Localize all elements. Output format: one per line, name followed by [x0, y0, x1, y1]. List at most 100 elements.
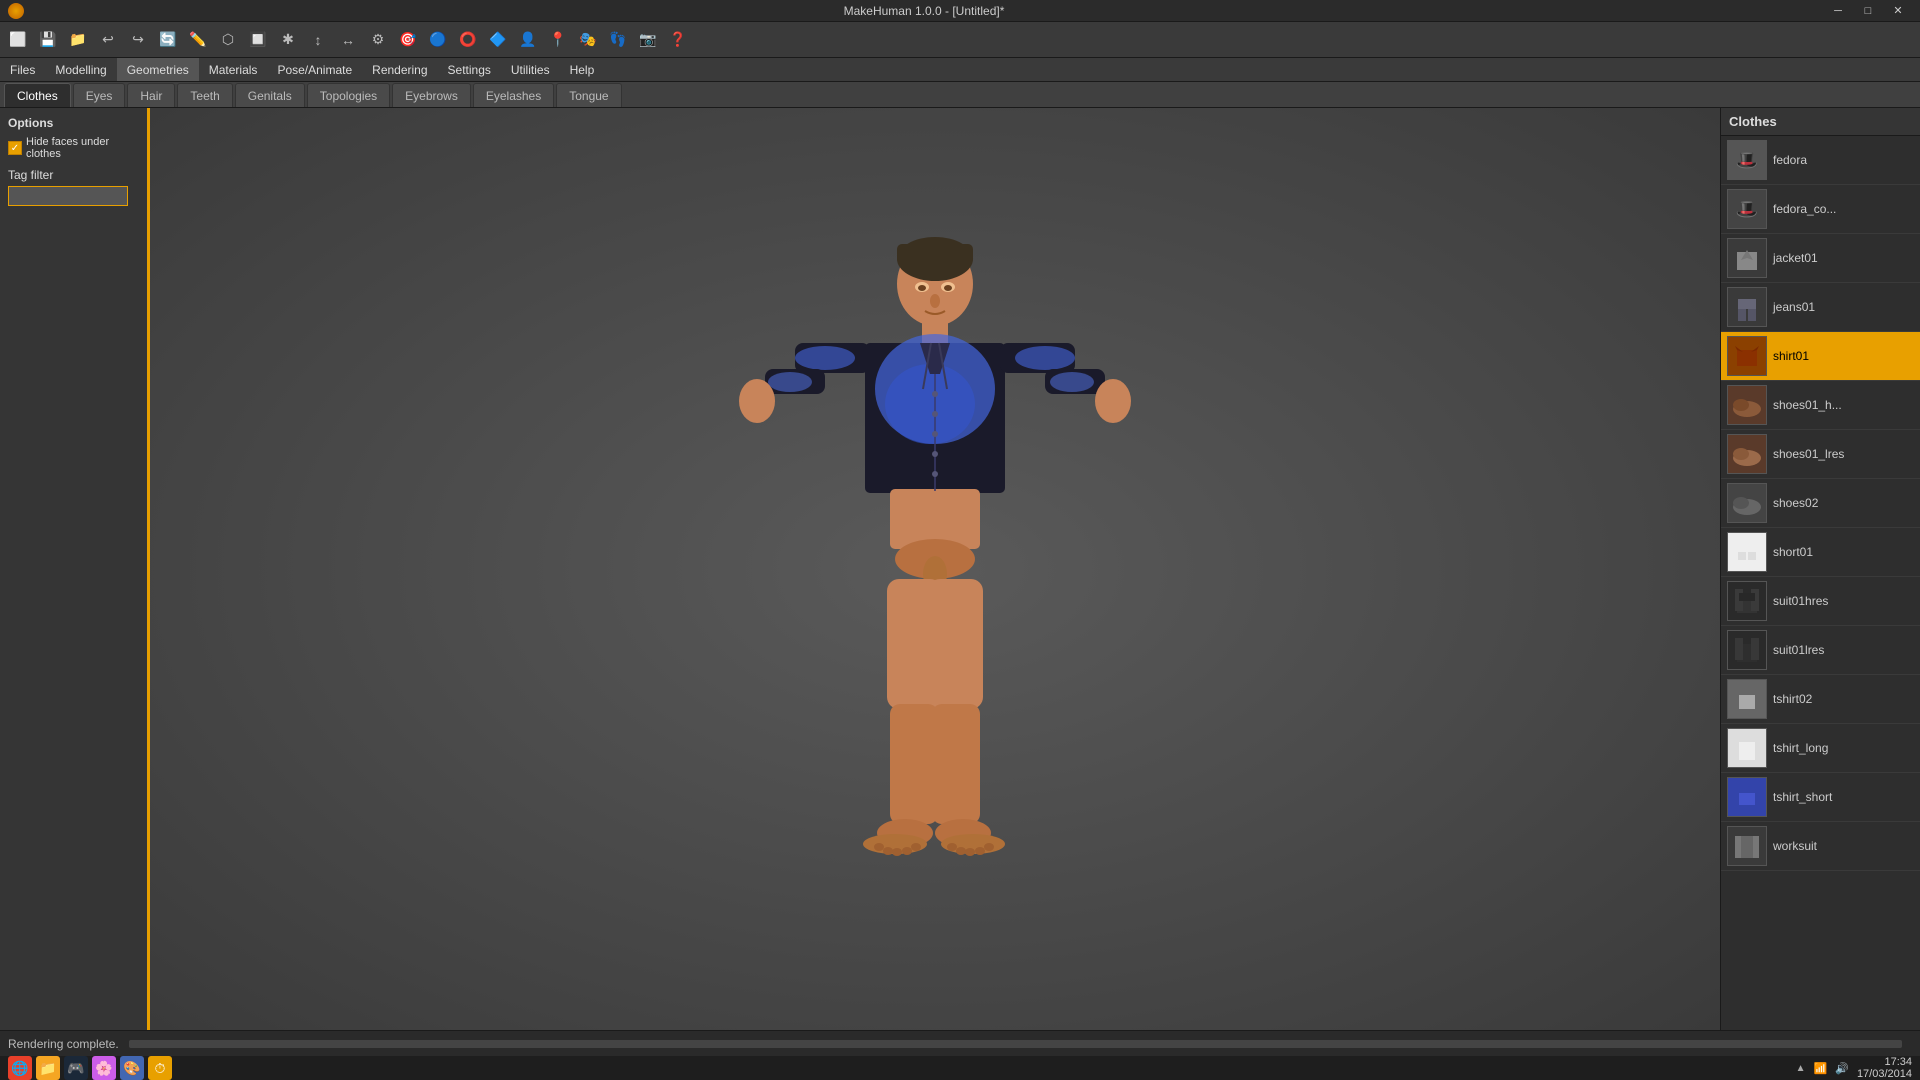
toolbar-undo[interactable]: ↩	[94, 26, 122, 54]
taskbar-steam[interactable]: 🎮	[64, 1056, 88, 1080]
toolbar-help[interactable]: ❓	[664, 26, 692, 54]
fedora-thumb: 🎩	[1727, 140, 1767, 180]
minimize-button[interactable]: ─	[1824, 1, 1852, 21]
toolbar-feet[interactable]: 👣	[604, 26, 632, 54]
clothes-item-shirt01[interactable]: shirt01	[1721, 332, 1920, 381]
toolbar: ⬜ 💾 📁 ↩ ↪ 🔄 ✏️ ⬡ 🔲 ✱ ↕ ↔ ⚙ 🎯 🔵 ⭕ 🔷 👤 📍 🎭…	[0, 22, 1920, 58]
tab-clothes[interactable]: Clothes	[4, 83, 71, 107]
app-icon	[8, 3, 24, 19]
toolbar-save[interactable]: 💾	[34, 26, 62, 54]
tag-filter-input[interactable]	[8, 186, 128, 206]
tshirt-long-label: tshirt_long	[1773, 741, 1828, 755]
tray-network: 📶	[1814, 1062, 1828, 1075]
tab-eyes[interactable]: Eyes	[73, 83, 126, 107]
toolbar-open[interactable]: 📁	[64, 26, 92, 54]
shoes02-thumb	[1727, 483, 1767, 523]
toolbar-grid[interactable]: 🔲	[244, 26, 272, 54]
menu-materials[interactable]: Materials	[199, 58, 268, 81]
toolbar-redo[interactable]: ↪	[124, 26, 152, 54]
tab-teeth[interactable]: Teeth	[177, 83, 232, 107]
fedora-label: fedora	[1773, 153, 1807, 167]
clothes-item-fedora-co[interactable]: 🎩 fedora_co...	[1721, 185, 1920, 234]
toolbar-mesh[interactable]: ⬡	[214, 26, 242, 54]
clothes-item-shoes01-lres[interactable]: shoes01_lres	[1721, 430, 1920, 479]
toolbar-person[interactable]: 👤	[514, 26, 542, 54]
menu-files[interactable]: Files	[0, 58, 45, 81]
3d-viewport[interactable]	[150, 108, 1720, 1030]
toolbar-shape[interactable]: 🔷	[484, 26, 512, 54]
clothes-item-suit01lres[interactable]: suit01lres	[1721, 626, 1920, 675]
fedora-co-label: fedora_co...	[1773, 202, 1836, 216]
close-button[interactable]: ✕	[1884, 1, 1912, 21]
shoes01-lres-label: shoes01_lres	[1773, 447, 1844, 461]
suit01lres-thumb	[1727, 630, 1767, 670]
right-panel-title: Clothes	[1721, 108, 1920, 136]
toolbar-v[interactable]: ↕	[304, 26, 332, 54]
taskbar-icons: 🌐 📁 🎮 🌸 🎨 ⏱	[8, 1056, 172, 1080]
clothes-item-worksuit[interactable]: worksuit	[1721, 822, 1920, 871]
statusbar: Rendering complete.	[0, 1030, 1920, 1056]
window-title: MakeHuman 1.0.0 - [Untitled]*	[24, 4, 1824, 18]
menu-pose-animate[interactable]: Pose/Animate	[267, 58, 362, 81]
toolbar-new[interactable]: ⬜	[4, 26, 32, 54]
clothes-item-jacket01[interactable]: jacket01	[1721, 234, 1920, 283]
toolbar-circle[interactable]: 🔵	[424, 26, 452, 54]
taskbar: 🌐 📁 🎮 🌸 🎨 ⏱ ▲ 📶 🔊 17:34 17/03/2014	[0, 1056, 1920, 1080]
toolbar-pin[interactable]: 📍	[544, 26, 572, 54]
clothes-item-short01[interactable]: short01	[1721, 528, 1920, 577]
menu-utilities[interactable]: Utilities	[501, 58, 560, 81]
clothes-item-fedora[interactable]: 🎩 fedora	[1721, 136, 1920, 185]
shoes02-label: shoes02	[1773, 496, 1818, 510]
toolbar-h[interactable]: ↔	[334, 26, 362, 54]
shoes01-h-label: shoes01_h...	[1773, 398, 1842, 412]
clothes-item-shoes02[interactable]: shoes02	[1721, 479, 1920, 528]
toolbar-star[interactable]: ✱	[274, 26, 302, 54]
toolbar-target[interactable]: 🎯	[394, 26, 422, 54]
toolbar-edit[interactable]: ✏️	[184, 26, 212, 54]
hide-faces-option[interactable]: ✓ Hide faces under clothes	[8, 136, 139, 160]
suit01lres-label: suit01lres	[1773, 643, 1824, 657]
tab-tongue[interactable]: Tongue	[556, 83, 621, 107]
tab-hair[interactable]: Hair	[127, 83, 175, 107]
jeans01-label: jeans01	[1773, 300, 1815, 314]
toolbar-ring[interactable]: ⭕	[454, 26, 482, 54]
tshirt02-thumb	[1727, 679, 1767, 719]
clothes-item-jeans01[interactable]: jeans01	[1721, 283, 1920, 332]
menu-help[interactable]: Help	[560, 58, 605, 81]
taskbar-files[interactable]: 📁	[36, 1056, 60, 1080]
hide-faces-checkbox[interactable]: ✓	[8, 141, 22, 155]
clothes-item-tshirt02[interactable]: tshirt02	[1721, 675, 1920, 724]
toolbar-refresh[interactable]: 🔄	[154, 26, 182, 54]
taskbar-app4[interactable]: 🌸	[92, 1056, 116, 1080]
menu-modelling[interactable]: Modelling	[45, 58, 116, 81]
clothes-item-tshirt-long[interactable]: tshirt_long	[1721, 724, 1920, 773]
tshirt-short-thumb	[1727, 777, 1767, 817]
tab-eyebrows[interactable]: Eyebrows	[392, 83, 471, 107]
clothes-list: 🎩 fedora 🎩 fedora_co... jacket01 jeans01	[1721, 136, 1920, 1030]
taskbar-app5[interactable]: 🎨	[120, 1056, 144, 1080]
menu-geometries[interactable]: Geometries	[117, 58, 199, 81]
progress-bar	[129, 1040, 1902, 1048]
tab-genitals[interactable]: Genitals	[235, 83, 305, 107]
tab-eyelashes[interactable]: Eyelashes	[473, 83, 554, 107]
worksuit-thumb	[1727, 826, 1767, 866]
tray-arrow[interactable]: ▲	[1796, 1063, 1806, 1074]
titlebar: MakeHuman 1.0.0 - [Untitled]* ─ □ ✕	[0, 0, 1920, 22]
window-controls: ─ □ ✕	[1824, 1, 1912, 21]
clothes-item-shoes01-h[interactable]: shoes01_h...	[1721, 381, 1920, 430]
clothes-item-tshirt-short[interactable]: tshirt_short	[1721, 773, 1920, 822]
suit01hres-thumb	[1727, 581, 1767, 621]
taskbar-timer[interactable]: ⏱	[148, 1056, 172, 1080]
menu-settings[interactable]: Settings	[438, 58, 501, 81]
taskbar-chrome[interactable]: 🌐	[8, 1056, 32, 1080]
maximize-button[interactable]: □	[1854, 1, 1882, 21]
tshirt02-label: tshirt02	[1773, 692, 1812, 706]
toolbar-mask[interactable]: 🎭	[574, 26, 602, 54]
tab-topologies[interactable]: Topologies	[307, 83, 390, 107]
toolbar-settings[interactable]: ⚙	[364, 26, 392, 54]
tray-volume[interactable]: 🔊	[1835, 1062, 1849, 1075]
clothes-item-suit01hres[interactable]: suit01hres	[1721, 577, 1920, 626]
toolbar-camera[interactable]: 📷	[634, 26, 662, 54]
options-label: Options	[8, 116, 139, 130]
menu-rendering[interactable]: Rendering	[362, 58, 437, 81]
